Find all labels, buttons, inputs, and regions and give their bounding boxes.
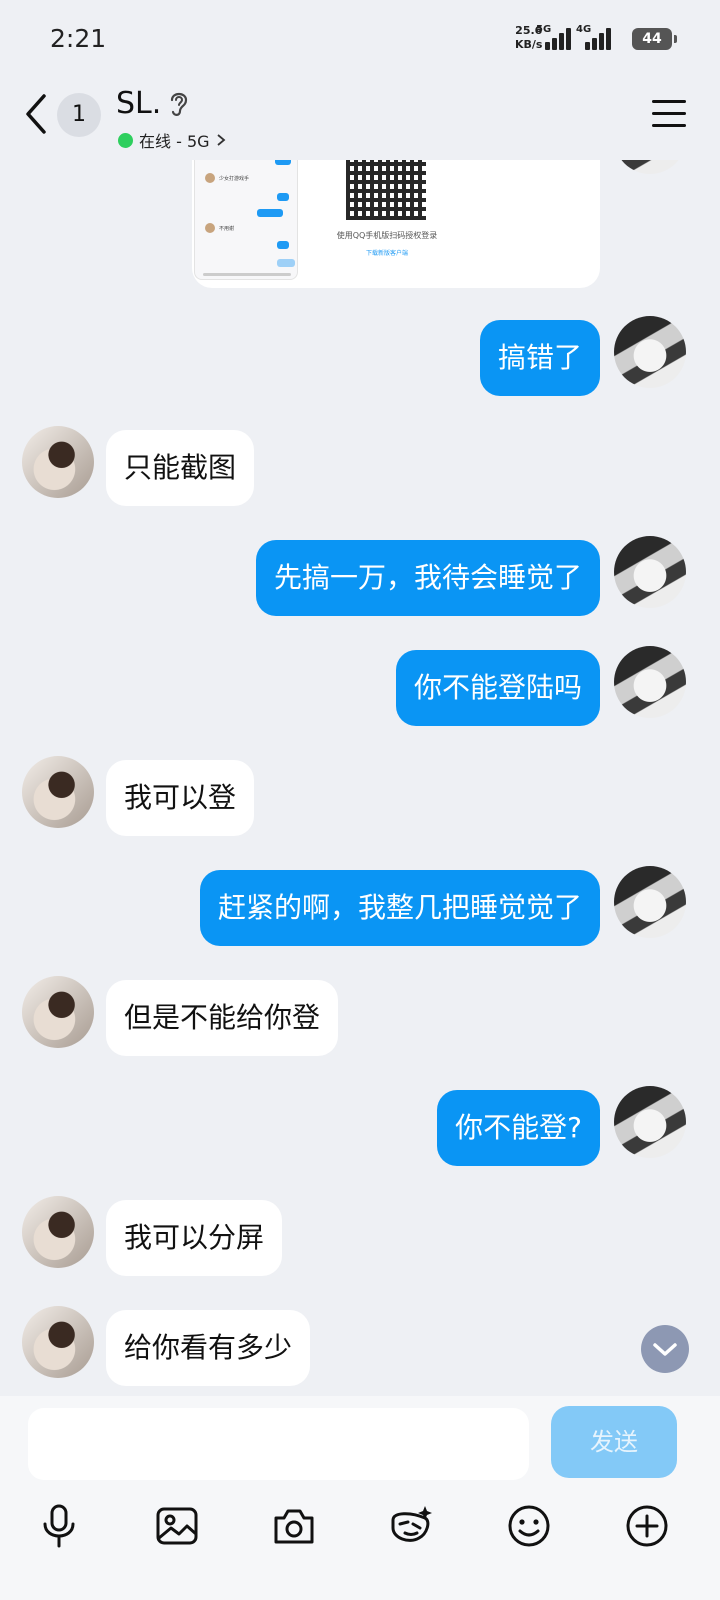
presence-text: 在线 - 5G — [139, 132, 210, 151]
chat-header: 1 SL. 在线 - 5G — [0, 78, 720, 160]
message-bubble[interactable]: 先搞一万，我待会睡觉了 — [255, 540, 600, 616]
message-outgoing[interactable]: 搞错了 — [0, 316, 720, 400]
ear-icon[interactable] — [168, 90, 190, 118]
composer: 发送 — [0, 1396, 720, 1600]
message-bubble[interactable]: 你不能登? — [437, 1090, 600, 1166]
unread-count-badge[interactable]: 1 — [57, 93, 101, 137]
message-bubble[interactable]: 我可以登 — [106, 760, 255, 836]
sticker-icon[interactable] — [387, 1502, 435, 1550]
message-input[interactable] — [28, 1408, 529, 1480]
composer-toolbar — [0, 1492, 720, 1562]
my-avatar[interactable] — [614, 1086, 686, 1158]
message-bubble[interactable]: 但是不能给你登 — [106, 980, 339, 1056]
message-bubble[interactable]: 我可以分屏 — [106, 1200, 283, 1276]
message-incoming[interactable]: 我可以分屏 — [0, 1196, 720, 1280]
contact-name[interactable]: SL. — [116, 86, 161, 121]
contact-avatar[interactable] — [22, 976, 94, 1048]
my-avatar[interactable] — [614, 646, 686, 718]
message-outgoing[interactable]: 先搞一万，我待会睡觉了 — [0, 536, 720, 620]
online-dot — [118, 132, 133, 148]
my-avatar[interactable] — [614, 316, 686, 388]
my-avatar[interactable] — [614, 866, 686, 938]
camera-icon[interactable] — [270, 1502, 318, 1550]
message-outgoing[interactable]: 你不能登? — [0, 1086, 720, 1170]
qr-code — [346, 156, 426, 220]
message-list[interactable]: 少女打游戏手 不用谢 使用QQ手机版扫码授权登录 下载新版客户端 搞错了 只能截… — [0, 100, 720, 1420]
presence-status[interactable]: 在线 - 5G — [118, 128, 226, 152]
menu-button[interactable] — [652, 100, 686, 128]
send-button[interactable]: 发送 — [551, 1406, 677, 1478]
signal-icon-2 — [580, 28, 611, 50]
chevron-left-icon — [26, 94, 46, 134]
message-outgoing[interactable]: 赶紧的啊，我整几把睡觉觉了 — [0, 866, 720, 950]
battery-icon: 44 — [632, 28, 677, 50]
message-bubble[interactable]: 给你看有多少 — [106, 1310, 311, 1386]
scroll-to-bottom-button[interactable] — [641, 1325, 689, 1373]
contact-avatar[interactable] — [22, 756, 94, 828]
my-avatar[interactable] — [614, 536, 686, 608]
image-icon[interactable] — [153, 1502, 201, 1550]
message-bubble[interactable]: 赶紧的啊，我整几把睡觉觉了 — [199, 870, 600, 946]
signal-icon — [540, 28, 571, 50]
message-incoming[interactable]: 但是不能给你登 — [0, 976, 720, 1060]
contact-avatar[interactable] — [22, 426, 94, 498]
contact-avatar[interactable] — [22, 1196, 94, 1268]
message-incoming[interactable]: 我可以登 — [0, 756, 720, 840]
message-incoming[interactable]: 给你看有多少 — [0, 1306, 720, 1390]
contact-avatar[interactable] — [22, 1306, 94, 1378]
plus-icon[interactable] — [623, 1502, 671, 1550]
message-bubble[interactable]: 你不能登陆吗 — [395, 650, 600, 726]
chevron-right-icon — [216, 134, 225, 146]
status-bar: 2:21 25.6 KB/s 5G 4G 44 — [0, 0, 720, 78]
message-incoming[interactable]: 只能截图 — [0, 426, 720, 510]
chevron-down-icon — [653, 1343, 677, 1356]
status-time: 2:21 — [50, 24, 107, 53]
microphone-icon[interactable] — [35, 1502, 83, 1550]
back-button[interactable] — [22, 92, 52, 136]
message-outgoing[interactable]: 你不能登陆吗 — [0, 646, 720, 730]
message-bubble[interactable]: 只能截图 — [106, 430, 255, 506]
message-bubble[interactable]: 搞错了 — [479, 320, 600, 396]
emoji-icon[interactable] — [505, 1502, 553, 1550]
